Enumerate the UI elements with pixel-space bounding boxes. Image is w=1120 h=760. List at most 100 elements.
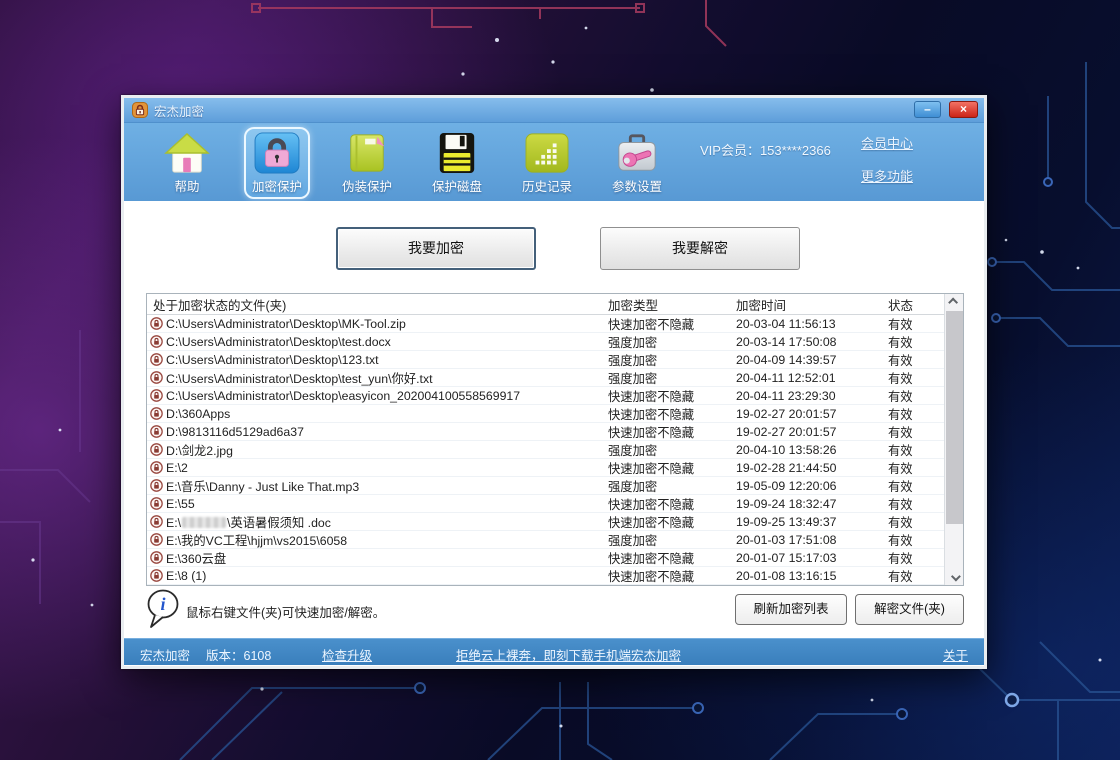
table-row[interactable]: E:\2快速加密不隐藏19-02-28 21:44:50有效	[147, 459, 946, 477]
file-path-cell: D:\剑龙2.jpg	[147, 441, 602, 459]
table-row[interactable]: C:\Users\Administrator\Desktop\123.txt强度…	[147, 351, 946, 369]
encrypt-time-cell: 19-02-27 20:01:57	[730, 425, 882, 439]
scroll-up-icon[interactable]	[945, 294, 963, 311]
toolbar-item-help[interactable]: 帮助	[154, 127, 220, 199]
status-cell: 有效	[882, 477, 942, 495]
table-row[interactable]: E:\360云盘快速加密不隐藏20-01-07 15:17:03有效	[147, 549, 946, 567]
encrypt-time-cell: 19-09-25 13:49:37	[730, 515, 882, 529]
table-row[interactable]: D:\9813116d5129ad6a37快速加密不隐藏19-02-27 20:…	[147, 423, 946, 441]
status-cell: 有效	[882, 531, 942, 549]
row-lock-icon	[150, 497, 163, 510]
file-path-cell: C:\Users\Administrator\Desktop\easyicon_…	[147, 389, 602, 403]
encrypt-type-cell: 强度加密	[602, 477, 730, 495]
column-header-files[interactable]: 处于加密状态的文件(夹)	[147, 295, 602, 314]
encrypt-type-cell: 快速加密不隐藏	[602, 549, 730, 567]
toolbar-label: 加密保护	[252, 176, 302, 195]
table-row[interactable]: E:\\英语暑假须知 .doc快速加密不隐藏19-09-25 13:49:37有…	[147, 513, 946, 531]
table-row[interactable]: C:\Users\Administrator\Desktop\MK-Tool.z…	[147, 315, 946, 333]
encrypt-type-cell: 快速加密不隐藏	[602, 315, 730, 333]
table-row[interactable]: C:\Users\Administrator\Desktop\test.docx…	[147, 333, 946, 351]
row-lock-icon	[150, 461, 163, 474]
toolbar-item-protect-disk[interactable]: 保护磁盘	[424, 127, 490, 199]
close-button[interactable]: ×	[949, 101, 978, 118]
encrypt-type-cell: 快速加密不隐藏	[602, 387, 730, 405]
status-cell: 有效	[882, 333, 942, 351]
encrypt-time-cell: 19-09-24 18:32:47	[730, 497, 882, 511]
table-row[interactable]: E:\音乐\Danny - Just Like That.mp3强度加密19-0…	[147, 477, 946, 495]
encrypt-type-cell: 快速加密不隐藏	[602, 567, 730, 585]
row-lock-icon	[150, 371, 163, 384]
toolbar-item-disguise-protect[interactable]: 伪装保护	[334, 127, 400, 199]
status-cell: 有效	[882, 351, 942, 369]
row-lock-icon	[150, 317, 163, 330]
encrypt-time-cell: 20-01-03 17:51:08	[730, 533, 882, 547]
row-lock-icon	[150, 533, 163, 546]
column-header-time[interactable]: 加密时间	[730, 295, 882, 314]
minimize-button[interactable]: –	[914, 101, 941, 118]
row-lock-icon	[150, 425, 163, 438]
table-scrollbar[interactable]	[944, 294, 963, 585]
encrypt-time-cell: 20-03-04 11:56:13	[730, 317, 882, 331]
encrypt-time-cell: 20-04-09 14:39:57	[730, 353, 882, 367]
member-center-link[interactable]: 会员中心	[861, 133, 913, 152]
toolbar-label: 参数设置	[612, 176, 662, 195]
toolbar-item-encrypt-protect[interactable]: 加密保护	[244, 127, 310, 199]
encrypt-time-cell: 20-04-10 13:58:26	[730, 443, 882, 457]
encrypt-type-cell: 快速加密不隐藏	[602, 459, 730, 477]
table-row[interactable]: E:\55快速加密不隐藏19-09-24 18:32:47有效	[147, 495, 946, 513]
encrypt-button[interactable]: 我要加密	[336, 227, 536, 270]
status-cell: 有效	[882, 423, 942, 441]
more-features-link[interactable]: 更多功能	[861, 166, 913, 185]
encrypt-type-cell: 快速加密不隐藏	[602, 423, 730, 441]
row-lock-icon	[150, 443, 163, 456]
window-title: 宏杰加密	[154, 101, 204, 120]
toolbar-item-history[interactable]: 历史记录	[514, 127, 580, 199]
about-link[interactable]: 关于	[943, 645, 968, 664]
table-row[interactable]: C:\Users\Administrator\Desktop\easyicon_…	[147, 387, 946, 405]
table-row[interactable]: E:\我的VC工程\hjjm\vs2015\6058强度加密20-01-03 1…	[147, 531, 946, 549]
encrypt-time-cell: 20-01-08 13:16:15	[730, 569, 882, 583]
file-path-cell: D:\9813116d5129ad6a37	[147, 425, 602, 439]
table-row[interactable]: D:\剑龙2.jpg强度加密20-04-10 13:58:26有效	[147, 441, 946, 459]
encrypt-time-cell: 20-03-14 17:50:08	[730, 335, 882, 349]
row-lock-icon	[150, 479, 163, 492]
column-header-status[interactable]: 状态	[882, 295, 942, 314]
refresh-list-button[interactable]: 刷新加密列表	[735, 594, 847, 625]
status-cell: 有效	[882, 459, 942, 477]
statusbar-version: 版本：6108	[206, 645, 271, 664]
disguise-book-icon	[344, 132, 390, 174]
encrypt-time-cell: 20-04-11 12:52:01	[730, 371, 882, 385]
file-path-cell: E:\360云盘	[147, 549, 602, 567]
status-cell: 有效	[882, 315, 942, 333]
status-cell: 有效	[882, 495, 942, 513]
encrypt-time-cell: 19-05-09 12:20:06	[730, 479, 882, 493]
table-row[interactable]: C:\Users\Administrator\Desktop\test_yun\…	[147, 369, 946, 387]
toolbar-label: 帮助	[174, 176, 199, 195]
status-cell: 有效	[882, 549, 942, 567]
decrypt-button[interactable]: 我要解密	[600, 227, 800, 270]
history-chart-icon	[524, 132, 570, 174]
title-bar[interactable]: 宏杰加密 – ×	[124, 98, 984, 123]
vip-member-label: VIP会员：153****2366	[700, 140, 831, 159]
row-lock-icon	[150, 515, 163, 528]
scrollbar-thumb[interactable]	[946, 311, 963, 524]
encrypt-type-cell: 快速加密不隐藏	[602, 513, 730, 531]
row-lock-icon	[150, 407, 163, 420]
file-path-cell: D:\360Apps	[147, 407, 602, 421]
encrypt-time-cell: 19-02-27 20:01:57	[730, 407, 882, 421]
check-update-link[interactable]: 检查升级	[322, 645, 372, 664]
scroll-down-icon[interactable]	[945, 568, 963, 585]
table-header-row: 处于加密状态的文件(夹) 加密类型 加密时间 状态	[147, 294, 946, 315]
decrypt-files-button[interactable]: 解密文件(夹)	[855, 594, 964, 625]
column-header-type[interactable]: 加密类型	[602, 295, 730, 314]
toolbar-label: 保护磁盘	[432, 176, 482, 195]
status-cell: 有效	[882, 369, 942, 387]
mobile-promo-link[interactable]: 拒绝云上裸奔，即刻下载手机端宏杰加密	[456, 645, 681, 664]
file-path-cell: C:\Users\Administrator\Desktop\MK-Tool.z…	[147, 317, 602, 331]
encrypt-type-cell: 强度加密	[602, 441, 730, 459]
table-row[interactable]: E:\8 (1)快速加密不隐藏20-01-08 13:16:15有效	[147, 567, 946, 585]
svg-text:i: i	[160, 594, 165, 614]
toolbar-item-settings[interactable]: 参数设置	[604, 127, 670, 199]
toolbar-label: 历史记录	[522, 176, 572, 195]
table-row[interactable]: D:\360Apps快速加密不隐藏19-02-27 20:01:57有效	[147, 405, 946, 423]
